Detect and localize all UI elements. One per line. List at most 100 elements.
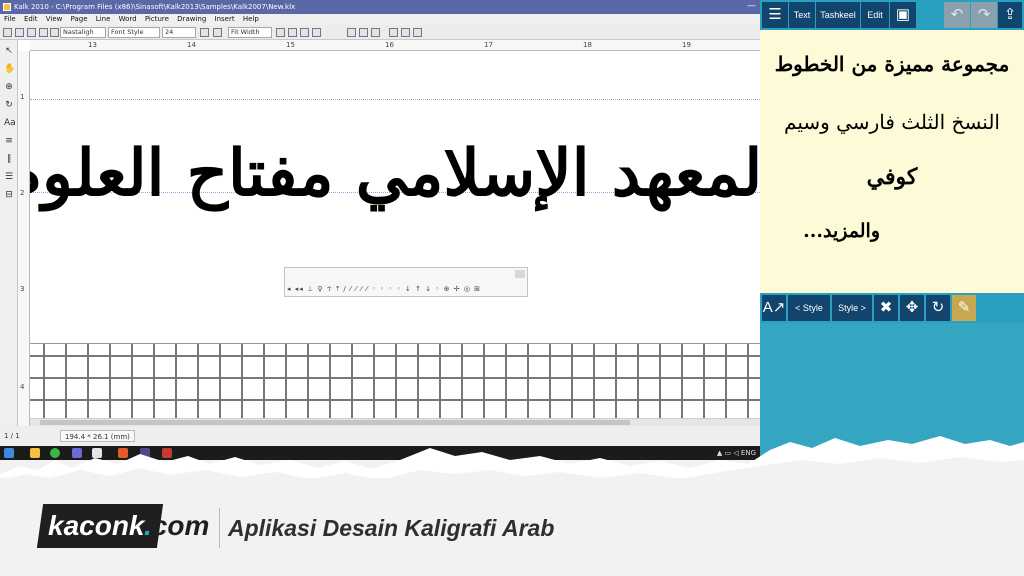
menu-edit[interactable]: Edit	[24, 15, 38, 23]
layout-2-icon[interactable]	[359, 28, 368, 37]
zoom-tool-icon[interactable]: ⊕	[4, 82, 14, 92]
new-file-icon[interactable]	[3, 28, 12, 37]
main-toolbar: Nastaligh Font Style 24 Fit Width	[0, 25, 760, 40]
image-icon[interactable]: ▣	[890, 2, 916, 28]
layout-1-icon[interactable]	[347, 28, 356, 37]
font-style-select[interactable]: Font Style	[108, 27, 160, 38]
ruler-mark: 4	[20, 383, 25, 391]
next-style-button[interactable]: Style >	[832, 295, 872, 321]
font-size-select[interactable]: 24	[162, 27, 196, 38]
kashida-tool-icon[interactable]: ∥	[4, 154, 14, 164]
calligraphy-text[interactable]: المعهد الإسلامي مفتاح العلوم بانيبيين	[30, 89, 760, 259]
redo-icon[interactable]: ↷	[971, 2, 997, 28]
layout-5-icon[interactable]	[401, 28, 410, 37]
screenshot-stage: Kalk 2010 - C:\Program Files (x86)\Sinas…	[0, 0, 1024, 576]
align-right-icon[interactable]	[276, 28, 285, 37]
vertical-ruler: 1 2 3 4	[18, 51, 30, 426]
menu-word[interactable]: Word	[119, 15, 137, 23]
app-style-toolbar: A↗ < Style Style > ✖ ✥ ↻ ✎	[760, 293, 1024, 323]
mobile-app-panel: ☰ Text Tashkeel Edit ▣ ↶ ↷ ⇪ مجموعة مميز…	[760, 0, 1024, 460]
share-icon[interactable]: ⇪	[998, 2, 1022, 28]
text-preview-area[interactable]: مجموعة مميزة من الخطوط النسخ الثلث فارسي…	[760, 30, 1024, 293]
delete-icon[interactable]: ✖	[874, 295, 898, 321]
menu-help[interactable]: Help	[243, 15, 259, 23]
move-icon[interactable]: ✥	[900, 295, 924, 321]
script-select[interactable]: Nastaligh	[60, 27, 106, 38]
edit-button[interactable]: Edit	[861, 2, 889, 28]
kaconk-logo: kaconk .com	[36, 504, 209, 548]
scrollbar-thumb[interactable]	[40, 420, 630, 425]
note-line: كوفي	[866, 164, 918, 190]
align-left-icon[interactable]	[300, 28, 309, 37]
menu-insert[interactable]: Insert	[215, 15, 235, 23]
hamburger-menu-icon[interactable]: ☰	[762, 2, 788, 28]
zoom-select[interactable]: Fit Width	[228, 27, 272, 38]
document-canvas[interactable]: المعهد الإسلامي مفتاح العلوم بانيبيين ◂ …	[30, 51, 760, 426]
paint-icon[interactable]: ✎	[952, 295, 976, 321]
logo-dot: .	[144, 510, 152, 541]
layers-tool-icon[interactable]: ☰	[4, 172, 14, 182]
layout-3-icon[interactable]	[371, 28, 380, 37]
ruler-mark: 18	[583, 41, 592, 49]
menu-line[interactable]: Line	[96, 15, 111, 23]
note-line: النسخ الثلث فارسي وسيم	[784, 110, 1000, 134]
ruler-mark: 3	[20, 285, 25, 293]
frame-tool-icon[interactable]: ⊟	[4, 190, 14, 200]
menu-picture[interactable]: Picture	[145, 15, 169, 23]
window-title: Kalk 2010 - C:\Program Files (x86)\Sinas…	[14, 3, 296, 11]
woven-pattern-border	[30, 343, 760, 426]
save-file-icon[interactable]	[27, 28, 36, 37]
text-button[interactable]: Text	[789, 2, 815, 28]
text-tool-icon[interactable]: Aa	[4, 118, 16, 128]
ruler-mark: 15	[286, 41, 295, 49]
horizontal-ruler: 13 14 15 16 17 18 19	[30, 40, 760, 51]
note-line: مجموعة مميزة من الخطوط	[774, 52, 1010, 76]
font-size-icon[interactable]: A↗	[762, 295, 786, 321]
left-tool-palette: ↖ ✋ ⊕ ↻ Aa ≡ ∥ ☰ ⊟	[0, 40, 18, 426]
prev-style-button[interactable]: < Style	[788, 295, 830, 321]
open-file-icon[interactable]	[15, 28, 24, 37]
preview-icon[interactable]	[50, 28, 59, 37]
kalk-window: Kalk 2010 - C:\Program Files (x86)\Sinas…	[0, 0, 760, 446]
logo-domain: .com	[144, 508, 209, 544]
justify-icon[interactable]	[312, 28, 321, 37]
menu-file[interactable]: File	[4, 15, 16, 23]
ornament-icon[interactable]	[213, 28, 222, 37]
horizontal-scrollbar[interactable]	[30, 418, 760, 426]
align-center-icon[interactable]	[288, 28, 297, 37]
ruler-mark: 19	[682, 41, 691, 49]
layout-4-icon[interactable]	[389, 28, 398, 37]
ruler-mark: 16	[385, 41, 394, 49]
lines-tool-icon[interactable]: ≡	[4, 136, 14, 146]
tashkeel-button[interactable]: Tashkeel	[816, 2, 860, 28]
layout-6-icon[interactable]	[413, 28, 422, 37]
ruler-mark: 1	[20, 93, 25, 101]
menu-page[interactable]: Page	[71, 15, 88, 23]
select-tool-icon[interactable]: ↖	[4, 46, 14, 56]
print-icon[interactable]	[39, 28, 48, 37]
undo-icon[interactable]: ↶	[944, 2, 970, 28]
app-icon	[3, 3, 11, 11]
app-top-toolbar: ☰ Text Tashkeel Edit ▣ ↶ ↷ ⇪	[760, 0, 1024, 30]
ruler-mark: 13	[88, 41, 97, 49]
trash-icon[interactable]	[200, 28, 209, 37]
pan-tool-icon[interactable]: ✋	[4, 64, 15, 74]
close-icon[interactable]	[515, 270, 525, 278]
banner-tagline: Aplikasi Desain Kaligrafi Arab	[228, 515, 555, 541]
rotate-tool-icon[interactable]: ↻	[4, 100, 14, 110]
rotate-icon[interactable]: ↻	[926, 295, 950, 321]
floating-tool-icons[interactable]: ◂ ◂◂ ⊥ ♀ ☥ ⤒ / ⁄ ⁄ ⁄ ⁄ ◦ ◦ ◦ ◦ ↓ ↑ ↓ ◦ ⊕…	[287, 285, 525, 296]
note-line: والمزيد...	[803, 220, 880, 242]
menu-drawing[interactable]: Drawing	[177, 15, 206, 23]
floating-tool-bar: ◂ ◂◂ ⊥ ♀ ☥ ⤒ / ⁄ ⁄ ⁄ ⁄ ◦ ◦ ◦ ◦ ↓ ↑ ↓ ◦ ⊕…	[284, 267, 528, 297]
window-title-bar: Kalk 2010 - C:\Program Files (x86)\Sinas…	[0, 0, 760, 14]
brand-banner: kaconk .com Aplikasi Desain Kaligrafi Ar…	[0, 478, 1024, 576]
ruler-mark: 2	[20, 189, 25, 197]
menu-view[interactable]: View	[46, 15, 63, 23]
banner-divider	[219, 508, 220, 548]
menu-bar: File Edit View Page Line Word Picture Dr…	[0, 14, 760, 25]
ruler-mark: 17	[484, 41, 493, 49]
minimize-button[interactable]: —	[747, 0, 756, 12]
logo-word: kaconk	[48, 510, 145, 541]
ruler-mark: 14	[187, 41, 196, 49]
